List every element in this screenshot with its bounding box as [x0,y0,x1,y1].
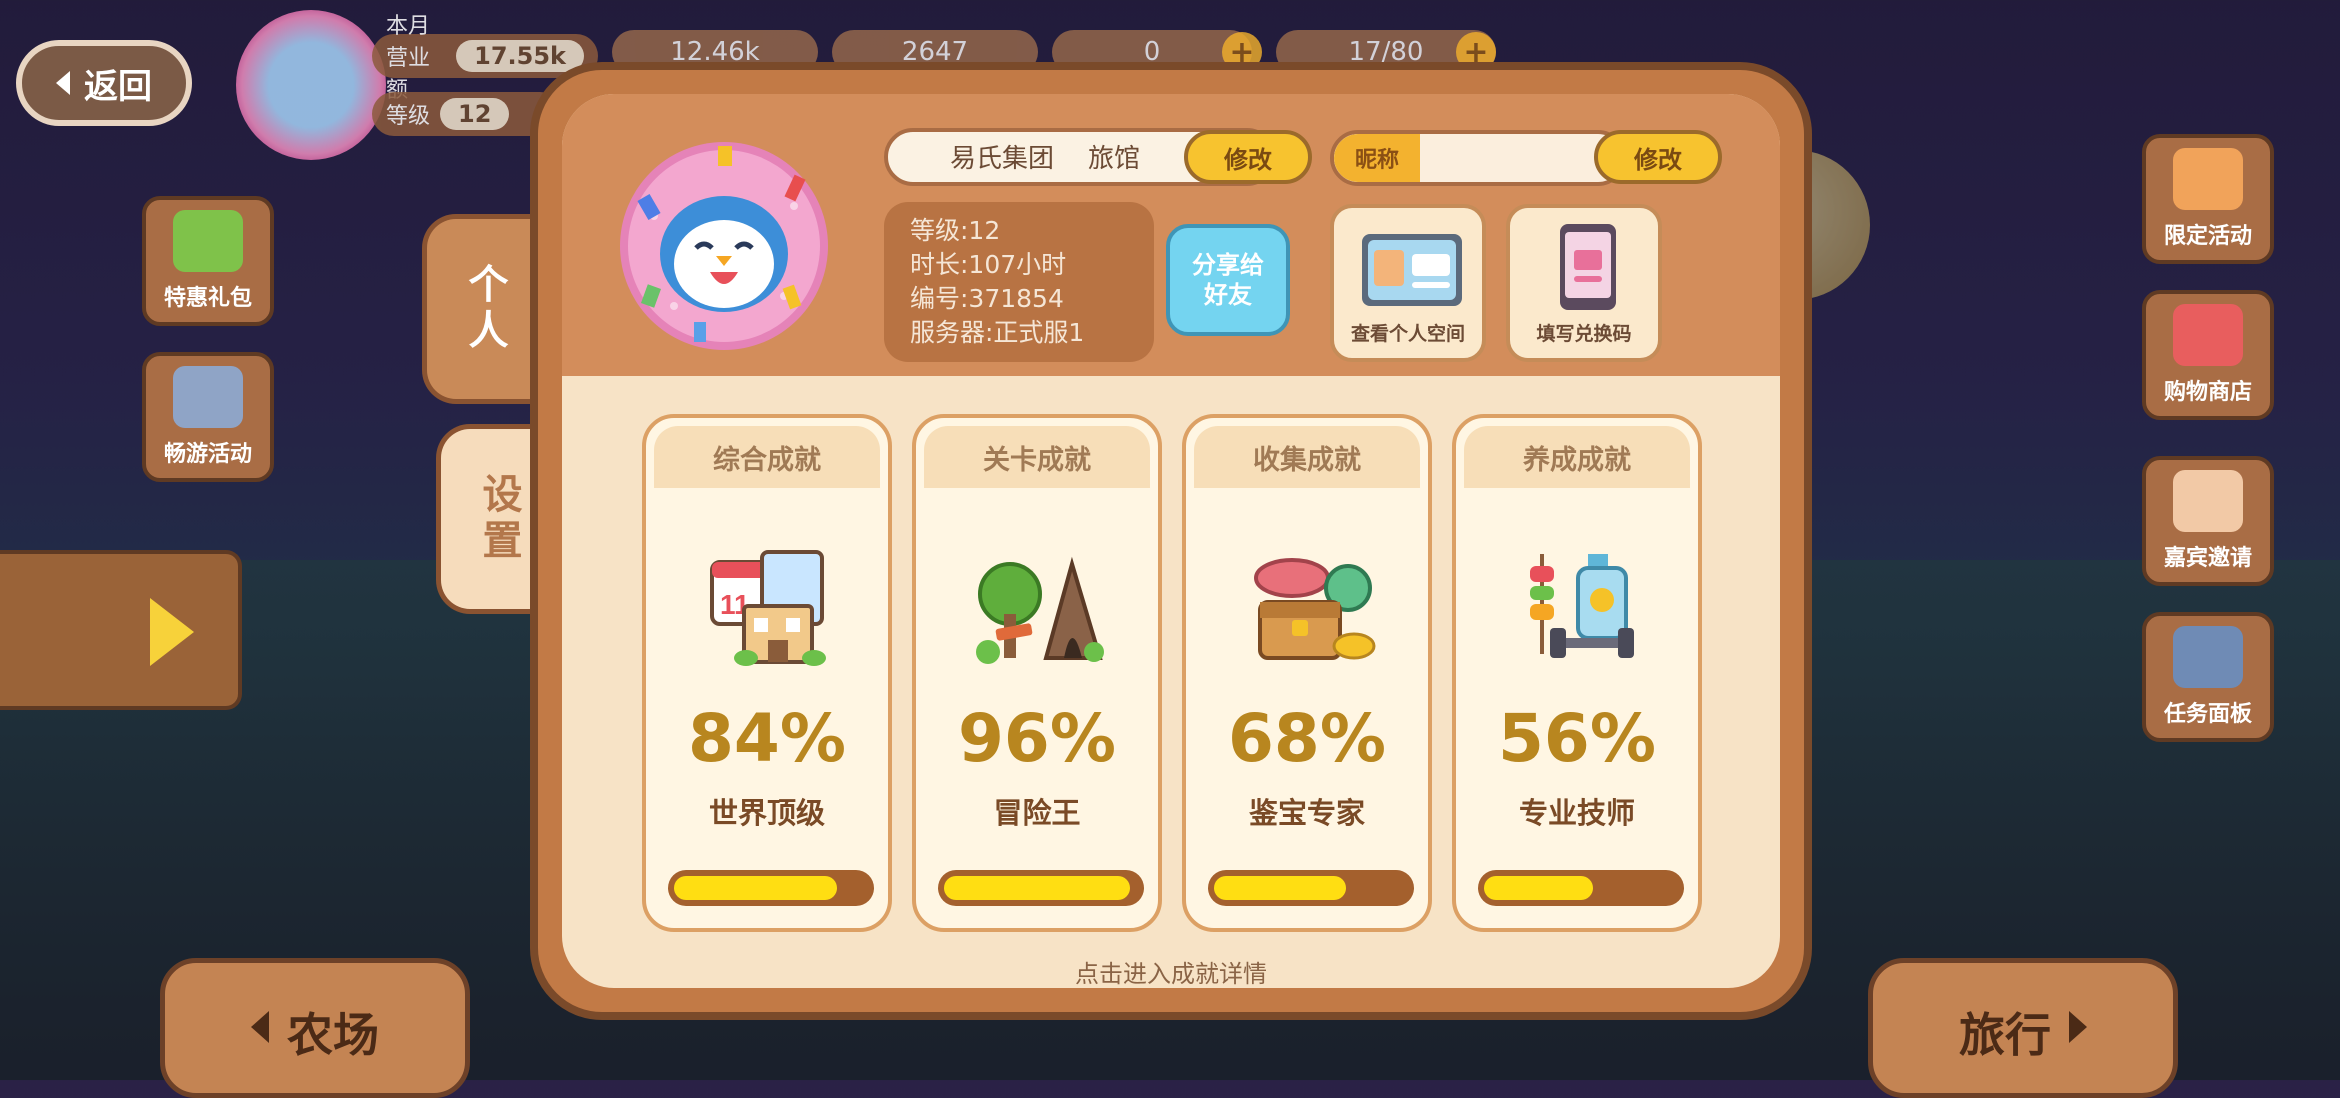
view-personal-space-button[interactable]: 查看个人空间 [1330,204,1486,362]
gift-pack-button[interactable]: 特惠礼包 [142,196,274,326]
penguin-avatar[interactable] [614,136,834,356]
achievement-title: 冒险王 [993,796,1081,830]
player-info: 等级:12 时长:107小时 编号:371854 服务器:正式服1 [884,202,1154,362]
board-icon [2173,626,2243,688]
nickname-field[interactable]: 昵称 [1330,130,1626,186]
phone-icon [1560,224,1616,310]
achievement-card-collection[interactable]: 收集成就 68% 鉴宝专家 [1182,414,1432,932]
achievement-category: 收集成就 [1194,426,1420,488]
redeem-label: 填写兑换码 [1536,323,1632,345]
shop-icon [2173,304,2243,366]
travel-label: 旅行 [1959,1008,2051,1062]
task-board-button[interactable]: 任务面板 [2142,612,2274,742]
group-name: 易氏集团 [950,144,1055,174]
invite-button[interactable]: 嘉宾邀请 [2142,456,2274,586]
top-avatar[interactable] [236,10,386,160]
level-label: 等级 [386,104,431,129]
view-space-label: 查看个人空间 [1350,323,1465,345]
shop-type: 旅馆 [1088,144,1141,174]
task-board-label: 任务面板 [2163,702,2252,727]
achievement-progress-bar [1478,870,1684,906]
travel-button[interactable]: 旅行 [1868,958,2178,1098]
tour-event-button[interactable]: 畅游活动 [142,352,274,482]
achievement-percent: 68% [1228,700,1386,777]
gift-pack-label: 特惠礼包 [163,286,252,311]
back-label: 返回 [84,66,152,107]
calendar-building-icon: 11 [710,550,826,666]
info-level: 等级:12 [910,216,1001,245]
shop-button[interactable]: 购物商店 [2142,290,2274,420]
modify-nickname-button[interactable]: 修改 [1594,130,1722,184]
profile-modal: 易氏集团 旅馆 修改 昵称 修改 等级:12 时长:107小时 编号:37185… [530,62,1812,1020]
achievement-percent: 56% [1498,700,1656,777]
achievement-category: 养成成就 [1464,426,1690,488]
achievement-title: 专业技师 [1518,796,1635,830]
gift-icon [173,210,243,272]
id-card-icon [1362,234,1462,306]
skewer-dumbbell-icon [1530,554,1634,658]
limited-event-label: 限定活动 [2163,224,2252,249]
limited-event-button[interactable]: 限定活动 [2142,134,2274,264]
level-value: 12 [440,98,510,130]
tab-personal[interactable]: 个人 [422,214,542,404]
achievement-title: 鉴宝专家 [1248,796,1365,830]
achievement-category: 综合成就 [654,426,880,488]
redeem-code-button[interactable]: 填写兑换码 [1506,204,1662,362]
nickname-label: 昵称 [1334,134,1420,182]
info-server: 服务器:正式服1 [910,318,1085,347]
monthly-revenue-value: 17.55k [456,40,584,72]
modal-content: 易氏集团 旅馆 修改 昵称 修改 等级:12 时长:107小时 编号:37185… [562,94,1780,988]
achievement-card-nurture[interactable]: 养成成就 56% 专业技师 [1452,414,1702,932]
achievement-details-link[interactable]: 点击进入成就详情 [562,954,1780,988]
back-arrow-icon [56,71,70,95]
profile-header: 易氏集团 旅馆 修改 昵称 修改 等级:12 时长:107小时 编号:37185… [562,94,1780,376]
left-arrow-icon [251,1011,269,1043]
achievement-card-levels[interactable]: 关卡成就 96% 冒险王 [912,414,1162,932]
tour-event-label: 畅游活动 [163,442,252,467]
achievement-progress-fill [674,876,837,900]
achievement-category: 关卡成就 [924,426,1150,488]
balloon-icon [2173,148,2243,210]
play-arrow-icon [150,598,194,666]
info-duration: 时长:107小时 [910,250,1067,279]
achievement-percent: 84% [688,700,846,777]
treasure-chest-icon [1254,558,1376,660]
achievement-progress-fill [1214,876,1346,900]
achievement-percent: 96% [958,700,1116,777]
share-label: 分享给好友 [1192,251,1264,309]
back-button[interactable]: 返回 [16,40,192,126]
hamster-icon [2173,470,2243,532]
farm-label: 农场 [287,1008,379,1062]
tour-icon [173,366,243,428]
achievement-title: 世界顶级 [708,796,825,830]
achievement-progress-bar [1208,870,1414,906]
achievement-progress-fill [944,876,1130,900]
monthly-revenue-label: 本月营业额 [386,14,431,103]
modify-store-name-button[interactable]: 修改 [1184,130,1312,184]
achievement-progress-fill [1484,876,1593,900]
right-arrow-icon [2069,1011,2087,1043]
achievement-progress-bar [668,870,874,906]
expand-panel-button[interactable] [0,550,242,710]
invite-label: 嘉宾邀请 [2163,546,2252,571]
forest-cave-icon [976,556,1104,664]
achievement-progress-bar [938,870,1144,906]
farm-button[interactable]: 农场 [160,958,470,1098]
shop-label: 购物商店 [2163,380,2252,405]
info-id: 编号:371854 [910,284,1064,313]
share-to-friends-button[interactable]: 分享给好友 [1166,224,1290,336]
achievement-card-overall[interactable]: 综合成就 11 84% 世界顶级 [642,414,892,932]
